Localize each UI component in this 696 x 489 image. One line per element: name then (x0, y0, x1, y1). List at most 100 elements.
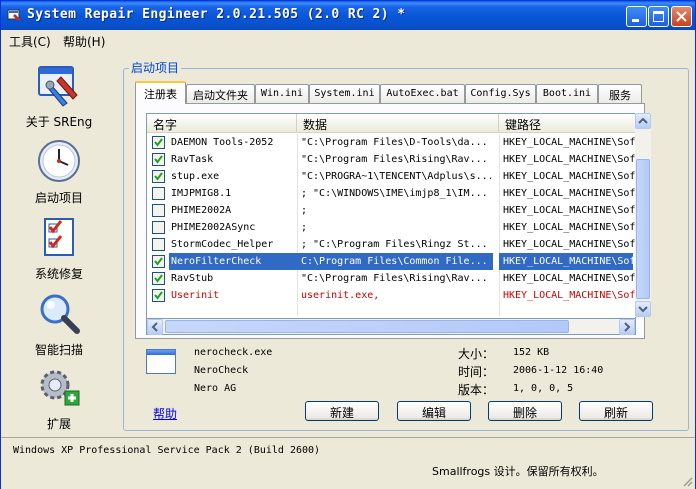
table-row[interactable]: DAEMON Tools-2052 "C:\Program Files\D-Too… (147, 134, 636, 151)
tab-startup-folder[interactable]: 启动文件夹 (186, 84, 255, 103)
horizontal-scroll-thumb[interactable] (165, 320, 569, 333)
file-icon (146, 349, 176, 374)
table-row[interactable]: NeroFilterCheck C:\Program Files\Common F… (147, 253, 635, 270)
detail-product-name: NeroCheck (194, 365, 249, 376)
tab-win-ini[interactable]: Win.ini (255, 84, 309, 103)
row-name-cell: stup.exe (171, 171, 220, 182)
maximize-icon (653, 11, 664, 22)
column-header-data[interactable]: 数据 (297, 114, 499, 133)
table-row[interactable]: PHIME2002ASync; HKEY_LOCAL_MACHINE\Sof (147, 219, 636, 236)
column-header-path[interactable]: 键路径 (499, 114, 635, 133)
delete-button[interactable]: 删除 (488, 401, 562, 421)
table-row[interactable]: stup.exe "C:\PROGRA~1\TENCENT\Adplus\s...… (147, 168, 635, 185)
main-window: System Repair Engineer 2.0.21.505 (2.0 R… (0, 0, 696, 489)
clock-icon (38, 140, 80, 182)
tab-system-ini[interactable]: System.ini (309, 84, 380, 103)
tab-autoexec-bat[interactable]: AutoExec.bat (380, 84, 465, 103)
chevron-right-icon (624, 322, 631, 332)
row-checkbox[interactable] (152, 136, 165, 149)
row-data-cell: "C:\Program Files\D-Tools\da... (301, 137, 488, 148)
row-name-cell: StormCodec_Helper (171, 239, 274, 250)
group-title: 启动项目 (129, 59, 182, 76)
about-sreng-icon (38, 66, 78, 107)
close-button[interactable] (671, 6, 692, 27)
scroll-right-button[interactable] (619, 319, 635, 335)
row-data-cell: userinit.exe, (301, 290, 380, 301)
row-data-cell: ; (301, 222, 308, 233)
list-body: DAEMON Tools-2052 "C:\Program Files\D-Too… (147, 134, 636, 316)
row-name-cell: PHIME2002ASync (171, 222, 256, 233)
row-checkbox[interactable] (152, 153, 165, 166)
row-path-cell: HKEY_LOCAL_MACHINE\Sof (503, 205, 636, 216)
sidebar-item-label: 启动项目 (34, 191, 83, 205)
row-checkbox[interactable] (152, 221, 165, 234)
checkmark-icon (154, 274, 163, 283)
row-data-cell: "C:\PROGRA~1\TENCENT\Adplus\s... (301, 171, 491, 182)
row-checkbox[interactable] (152, 238, 165, 251)
edit-button[interactable]: 编辑 (397, 401, 471, 421)
table-row[interactable]: IMJPMIG8.1 ; "C:\WINDOWS\IME\imjp8_1\IM..… (147, 185, 635, 202)
row-path-cell: HKEY_LOCAL_MACHINE\Sof (503, 137, 636, 148)
row-checkbox[interactable] (152, 272, 165, 285)
maximize-button[interactable] (648, 6, 669, 27)
title-bar[interactable]: System Repair Engineer 2.0.21.505 (2.0 R… (1, 1, 695, 30)
row-path-cell: HKEY_LOCAL_MACHINE\Sof (503, 273, 636, 284)
sidebar-item-label: 智能扫描 (34, 343, 83, 357)
menu-help[interactable]: 帮助(H) (63, 33, 105, 50)
sidebar-item-startup[interactable]: 启动项目 (11, 131, 107, 205)
minimize-button[interactable] (626, 6, 647, 27)
sidebar-item-repair[interactable]: 系统修复 (11, 207, 107, 281)
tab-config-sys[interactable]: Config.Sys (465, 84, 536, 103)
row-name-cell: Userinit (171, 290, 220, 301)
time-label: 时间： (458, 365, 495, 379)
sidebar-item-about[interactable]: 关于 SREng (11, 55, 107, 129)
column-header-name[interactable]: 名字 (147, 114, 297, 133)
row-data-cell: ; (301, 205, 308, 216)
row-path-cell: HKEY_LOCAL_MACHINE\Sof (503, 290, 636, 301)
tab-boot-ini[interactable]: Boot.ini (536, 84, 598, 103)
detail-file-name: nerocheck.exe (194, 347, 273, 358)
list-header: 名字 数据 键路径 (147, 114, 635, 133)
table-row[interactable]: StormCodec_Helper ; "C:\Program Files\Rin… (147, 236, 636, 253)
sidebar-item-extend[interactable]: 扩展 (11, 357, 107, 431)
sidebar-item-scan[interactable]: 智能扫描 (11, 283, 107, 357)
scroll-down-button[interactable] (635, 301, 651, 317)
row-checkbox[interactable] (152, 255, 165, 268)
detail-time: 2006-1-12 16:40 (513, 365, 604, 376)
table-row[interactable]: Userinit userinit.exe, HKEY_LOCAL_MACHINE\… (147, 287, 636, 304)
vertical-scroll-thumb[interactable] (636, 159, 650, 299)
copyright-text: Smallfrogs 设计。保留所有权利。 (432, 465, 604, 478)
table-row[interactable]: RavStub "C:\Program Files\Rising\Rav... HK… (147, 270, 636, 287)
menu-tools[interactable]: 工具(C) (9, 33, 51, 50)
row-name-cell: RavStub (171, 273, 214, 284)
tab-services[interactable]: 服务 (598, 84, 642, 103)
row-name-cell: NeroFilterCheck (169, 253, 297, 270)
chevron-left-icon (151, 322, 158, 332)
startup-list[interactable]: 名字 数据 键路径 DAEMON Tools-2052 "C:\Program F… (146, 113, 636, 335)
detail-company: Nero AG (194, 383, 237, 394)
help-link[interactable]: 帮助 (153, 405, 177, 422)
sidebar-item-label: 扩展 (46, 417, 71, 431)
row-path-cell: HKEY_LOCAL_MACHINE\Sof (503, 239, 636, 250)
scroll-up-button[interactable] (635, 113, 651, 129)
checkmark-icon (154, 172, 163, 181)
row-checkbox[interactable] (152, 170, 165, 183)
row-name-cell: IMJPMIG8.1 (171, 188, 232, 199)
refresh-button[interactable]: 刷新 (579, 401, 653, 421)
checkmark-icon (154, 155, 163, 164)
detail-size: 152 KB (513, 347, 550, 358)
minimize-icon (632, 19, 639, 22)
horizontal-scrollbar[interactable] (146, 318, 636, 335)
new-button[interactable]: 新建 (305, 401, 379, 421)
row-checkbox[interactable] (152, 187, 165, 200)
row-checkbox[interactable] (152, 289, 165, 302)
tab-registry[interactable]: 注册表 (135, 81, 186, 104)
table-row[interactable]: PHIME2002A; HKEY_LOCAL_MACHINE\Sof (147, 202, 636, 219)
resize-grip-icon[interactable] (681, 475, 693, 487)
checklist-icon (44, 218, 74, 256)
scroll-left-button[interactable] (147, 319, 163, 335)
vertical-scrollbar[interactable] (635, 113, 651, 317)
row-path-cell: HKEY_LOCAL_MACHINE\Sof (503, 222, 636, 233)
row-checkbox[interactable] (152, 204, 165, 217)
table-row[interactable]: RavTask "C:\Program Files\Rising\Rav... HK… (147, 151, 635, 168)
